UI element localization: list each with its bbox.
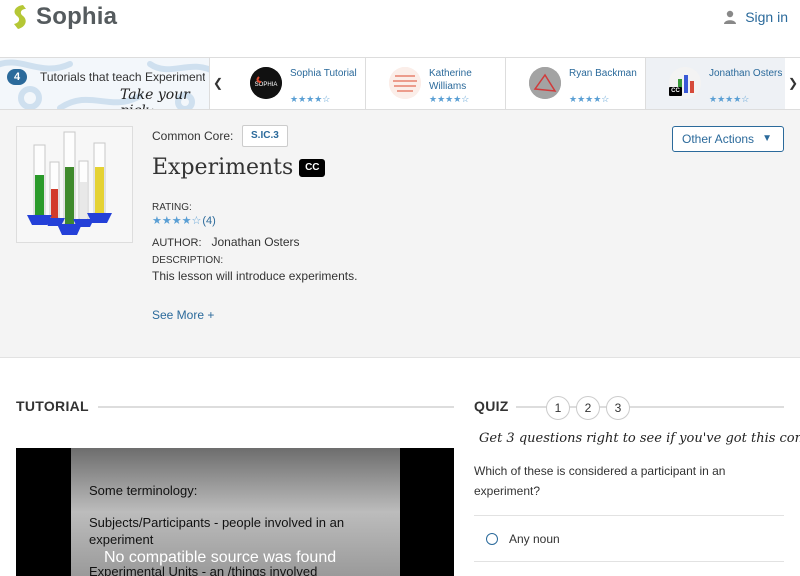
closed-caption-icon: CC bbox=[669, 87, 682, 96]
quiz-step-2[interactable]: 2 bbox=[576, 396, 600, 420]
tutorial-heading: TUTORIAL bbox=[16, 398, 89, 414]
sophia-badge-icon: SOPHIA bbox=[250, 67, 282, 99]
quiz-hint: Get 3 questions right to see if you've g… bbox=[479, 431, 800, 446]
strip-intro: 4 Tutorials that teach Experiments Take … bbox=[0, 58, 210, 109]
tutorial-card-jonathan[interactable]: CC Jonathan Osters ★★★★☆ bbox=[646, 58, 785, 109]
chevron-right-icon: ❯ bbox=[787, 76, 799, 90]
sign-in-label: Sign in bbox=[745, 9, 788, 25]
tutorial-card-katherine[interactable]: Katherine Williams ★★★★☆ bbox=[366, 58, 506, 109]
standard-tag[interactable]: S.IC.3 bbox=[242, 125, 288, 147]
tutorial-name: Katherine Williams bbox=[429, 68, 472, 92]
quiz-heading: QUIZ bbox=[474, 398, 509, 414]
author-row: AUTHOR: Jonathan Osters bbox=[152, 235, 300, 249]
quiz-answer-option[interactable]: Any noun bbox=[474, 515, 784, 562]
lesson-info: Common Core: S.IC.3 Experiments CC RATIN… bbox=[0, 110, 800, 358]
quiz-step-1[interactable]: 1 bbox=[546, 396, 570, 420]
tutorial-card-sophia[interactable]: SOPHIA Sophia Tutorial ★★★★☆ bbox=[227, 58, 366, 109]
slide-line: Some terminology: bbox=[89, 483, 198, 498]
description-label: DESCRIPTION: bbox=[152, 255, 224, 266]
tutorial-strip: 4 Tutorials that teach Experiments Take … bbox=[0, 57, 800, 110]
slide-line: experiment bbox=[89, 532, 154, 547]
rating-label: RATING: bbox=[152, 202, 192, 213]
star-icons: ★★★★☆ bbox=[152, 215, 202, 227]
notes-thumb-icon bbox=[389, 67, 421, 99]
video-player[interactable]: Some terminology: Subjects/Participants … bbox=[16, 448, 454, 576]
sign-in-link[interactable]: Sign in bbox=[723, 9, 788, 25]
sophia-logo-icon bbox=[14, 5, 26, 29]
strip-intro-text: Tutorials that teach Experiments bbox=[40, 70, 205, 84]
other-actions-button[interactable]: Other Actions ▼ bbox=[672, 126, 784, 152]
other-actions-label: Other Actions bbox=[682, 132, 755, 146]
answer-text: Any noun bbox=[509, 532, 560, 546]
lesson-title: Experiments bbox=[152, 155, 294, 180]
sophia-logo[interactable]: Sophia bbox=[9, 3, 117, 31]
rating-stars[interactable]: ★★★★☆(4) bbox=[152, 214, 216, 227]
quiz-step-3[interactable]: 3 bbox=[606, 396, 630, 420]
lesson-title-row: Experiments CC bbox=[152, 155, 326, 180]
tutorial-rating: ★★★★☆ bbox=[429, 94, 470, 104]
author-label: AUTHOR: bbox=[152, 237, 202, 249]
quiz-steps: 1 2 3 bbox=[546, 396, 636, 420]
tutorial-rating: ★★★★☆ bbox=[569, 94, 610, 104]
tutorial-name: Sophia Tutorial bbox=[290, 68, 357, 79]
site-header: Sophia Sign in bbox=[0, 0, 800, 57]
common-core-label: Common Core: bbox=[152, 129, 234, 143]
video-error-message: No compatible source was found bbox=[104, 549, 337, 566]
svg-text:SOPHIA: SOPHIA bbox=[255, 82, 278, 88]
tutorial-rating: ★★★★☆ bbox=[709, 94, 750, 104]
chevron-left-icon: ❮ bbox=[212, 76, 224, 90]
strip-prev-arrow[interactable]: ❮ bbox=[210, 58, 226, 109]
author-name: Jonathan Osters bbox=[211, 235, 300, 249]
tutorial-thumb bbox=[529, 67, 561, 99]
slide-line: Subjects/Participants - people involved … bbox=[89, 515, 345, 530]
tutorial-thumb bbox=[389, 67, 421, 99]
tutorial-card-ryan[interactable]: Ryan Backman ★★★★☆ bbox=[506, 58, 646, 109]
strip-next-arrow[interactable]: ❯ bbox=[785, 58, 800, 109]
take-your-pick: Take your pick: bbox=[120, 87, 190, 109]
tutorial-name: Jonathan Osters bbox=[709, 68, 783, 79]
tutorial-name: Ryan Backman bbox=[569, 68, 637, 79]
description-text: This lesson will introduce experiments. bbox=[152, 269, 358, 283]
rating-count: (4) bbox=[202, 215, 216, 227]
lesson-thumbnail bbox=[16, 126, 133, 243]
see-more-link[interactable]: See More + bbox=[152, 308, 214, 322]
logo-text: Sophia bbox=[36, 3, 118, 30]
tutorial-rating: ★★★★☆ bbox=[290, 94, 331, 104]
tutorial-count-badge: 4 bbox=[7, 69, 27, 85]
quiz-question: Which of these is considered a participa… bbox=[474, 464, 726, 498]
radio-button[interactable] bbox=[486, 533, 498, 545]
tutorial-thumb: SOPHIA bbox=[250, 67, 282, 99]
user-icon bbox=[724, 10, 737, 24]
tutorial-divider bbox=[98, 406, 454, 408]
graph-thumb-icon bbox=[529, 67, 561, 99]
chevron-down-icon: ▼ bbox=[762, 133, 772, 144]
closed-caption-icon: CC bbox=[299, 158, 326, 177]
graduated-cylinders-image bbox=[17, 127, 132, 242]
